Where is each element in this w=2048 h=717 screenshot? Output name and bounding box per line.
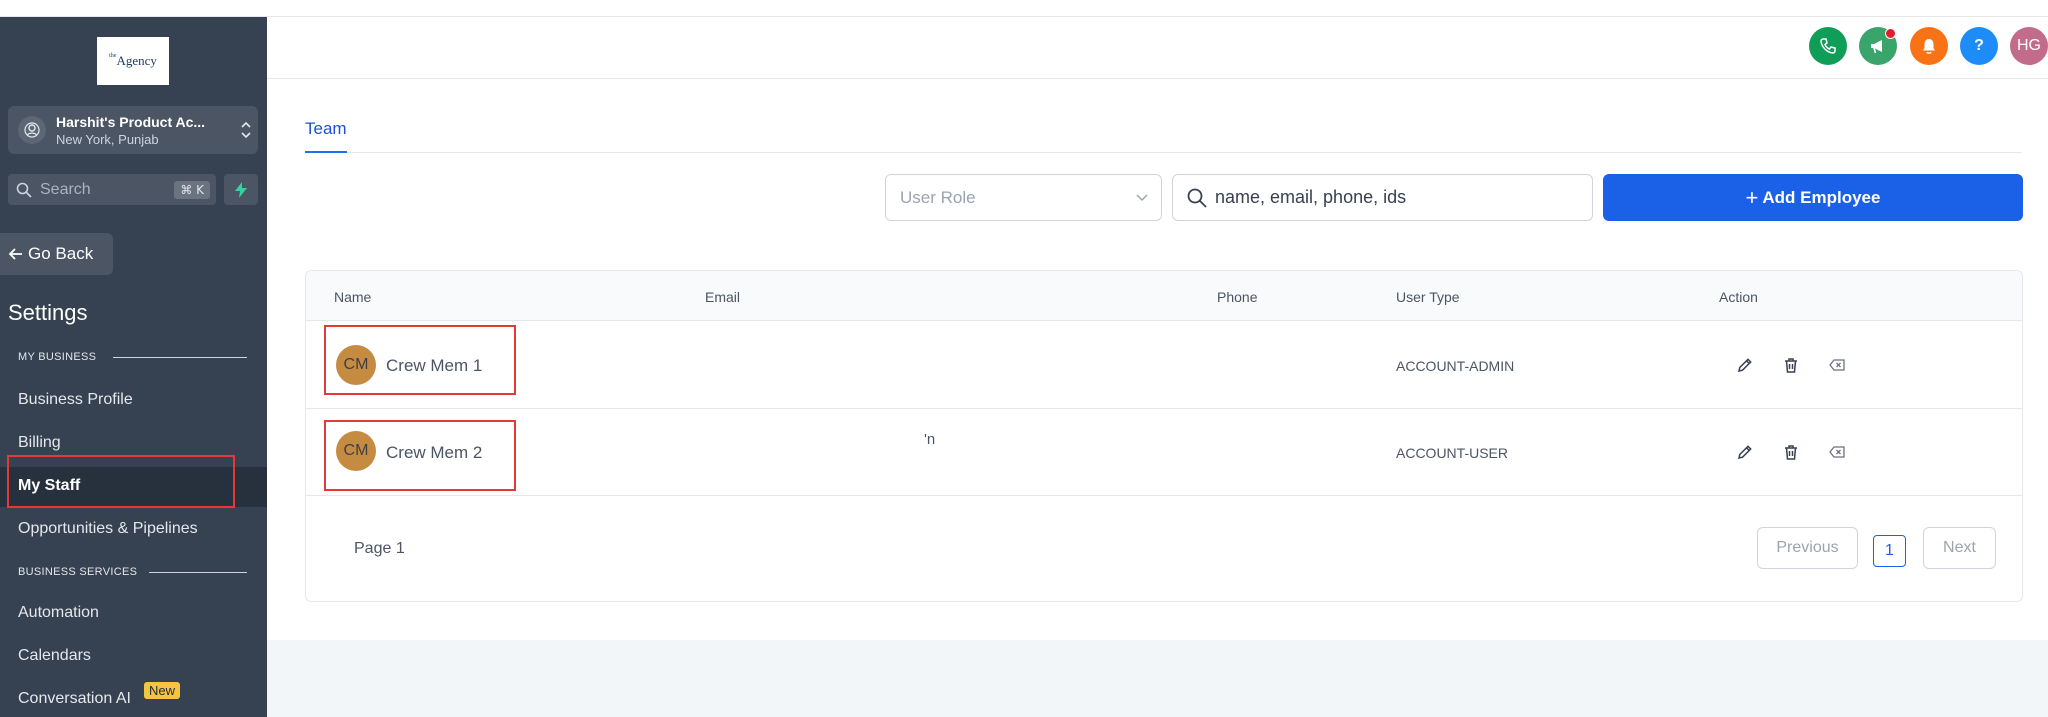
tab-team[interactable]: Team [305,119,347,139]
user-avatar-button[interactable]: HG [2010,27,2048,65]
lightning-icon [235,181,247,198]
table-header: Name Email Phone User Type Action [306,271,2022,321]
table-row: CM Crew Mem 1 ACCOUNT-ADMIN [306,322,2022,409]
sidebar-item-automation[interactable]: Automation [18,604,99,622]
trash-icon [1785,358,1797,373]
previous-page-button[interactable]: Previous [1757,527,1858,569]
tab-divider [305,152,2022,153]
new-badge: New [144,682,181,699]
annotation-highlight-my-staff [7,455,235,508]
agency-logo[interactable]: theAgency [97,37,169,85]
employee-user-type: ACCOUNT-USER [1396,445,1509,461]
bell-icon [1923,39,1935,54]
column-header-phone: Phone [1217,289,1258,305]
phone-icon [1820,38,1836,54]
pencil-icon [1738,445,1752,459]
edit-button[interactable] [1734,354,1756,376]
notifications-button[interactable] [1910,27,1948,65]
user-role-select[interactable]: User Role [885,174,1162,221]
column-header-user-type: User Type [1396,289,1460,305]
sidebar: theAgency Harshit's Product Ac... New Yo… [0,17,267,717]
pencil-icon [1738,358,1752,372]
search-icon [1187,188,1207,208]
employee-search-field[interactable] [1172,174,1593,221]
remove-access-button[interactable] [1826,354,1848,376]
page-indicator: Page 1 [354,540,405,557]
account-name: Harshit's Product Ac... [56,113,206,130]
account-switcher[interactable]: Harshit's Product Ac... New York, Punjab [8,106,258,154]
annotation-highlight-crew-mem-2 [324,420,516,491]
help-button[interactable]: ? [1960,27,1998,65]
settings-title: Settings [8,300,88,325]
location-user-icon [18,116,46,144]
sidebar-item-billing[interactable]: Billing [18,434,61,452]
account-location: New York, Punjab [56,131,159,147]
browser-bookmarks-strip [0,0,2048,17]
search-icon [16,182,32,198]
user-initials: HG [2017,37,2041,54]
search-shortcut-badge: ⌘ K [174,180,210,199]
team-table: Name Email Phone User Type Action CM Cre… [305,270,2023,602]
help-icon: ? [1974,37,1984,54]
phone-button[interactable] [1809,27,1847,65]
page-number-button[interactable]: 1 [1873,535,1906,567]
column-header-name: Name [334,289,372,305]
section-label-my-business: MY BUSINESS [18,351,97,363]
delete-button[interactable] [1780,354,1802,376]
add-employee-button[interactable]: + Add Employee [1603,174,2023,221]
arrow-left-icon [8,248,22,260]
search-placeholder: Search [40,180,91,198]
employee-user-type: ACCOUNT-ADMIN [1396,358,1515,374]
employee-search-input[interactable] [1215,187,1575,208]
column-header-action: Action [1719,289,1758,305]
notification-dot [1885,28,1896,39]
next-page-button[interactable]: Next [1923,527,1996,569]
add-employee-label: Add Employee [1762,187,1881,207]
annotation-highlight-crew-mem-1 [324,325,516,395]
section-label-business-services: BUSINESS SERVICES [18,566,138,578]
sidebar-item-calendars[interactable]: Calendars [18,647,91,665]
backspace-icon [1829,359,1845,371]
quick-actions-button[interactable] [224,174,258,205]
column-header-email: Email [705,289,741,305]
section-divider [149,572,247,573]
stray-text-fragment: 'n [924,431,936,448]
backspace-icon [1829,446,1845,458]
trash-icon [1785,445,1797,460]
remove-access-button[interactable] [1826,441,1848,463]
delete-button[interactable] [1780,441,1802,463]
chevron-down-icon [1136,194,1148,202]
sidebar-item-business-profile[interactable]: Business Profile [18,391,133,409]
sidebar-item-conversation-ai[interactable]: Conversation AI [18,690,131,708]
logo-text: Agency [116,53,157,68]
plus-icon: + [1745,184,1759,210]
sidebar-item-opportunities-pipelines[interactable]: Opportunities & Pipelines [18,520,198,538]
user-role-placeholder: User Role [900,187,976,207]
go-back-button[interactable]: Go Back [0,233,113,275]
main-content: Team User Role + Add Employee Name Email… [267,79,2048,640]
tab-active-indicator [305,151,347,153]
sidebar-search[interactable]: Search ⌘ K [8,174,216,205]
top-header: ? HG [267,17,2048,79]
megaphone-icon [1871,40,1882,54]
chevron-up-down-icon [234,120,258,140]
table-row: CM Crew Mem 2 ACCOUNT-USER [306,409,2022,496]
go-back-label: Go Back [28,244,94,263]
edit-button[interactable] [1734,441,1756,463]
announcements-button[interactable] [1859,27,1897,65]
section-divider [113,357,247,358]
